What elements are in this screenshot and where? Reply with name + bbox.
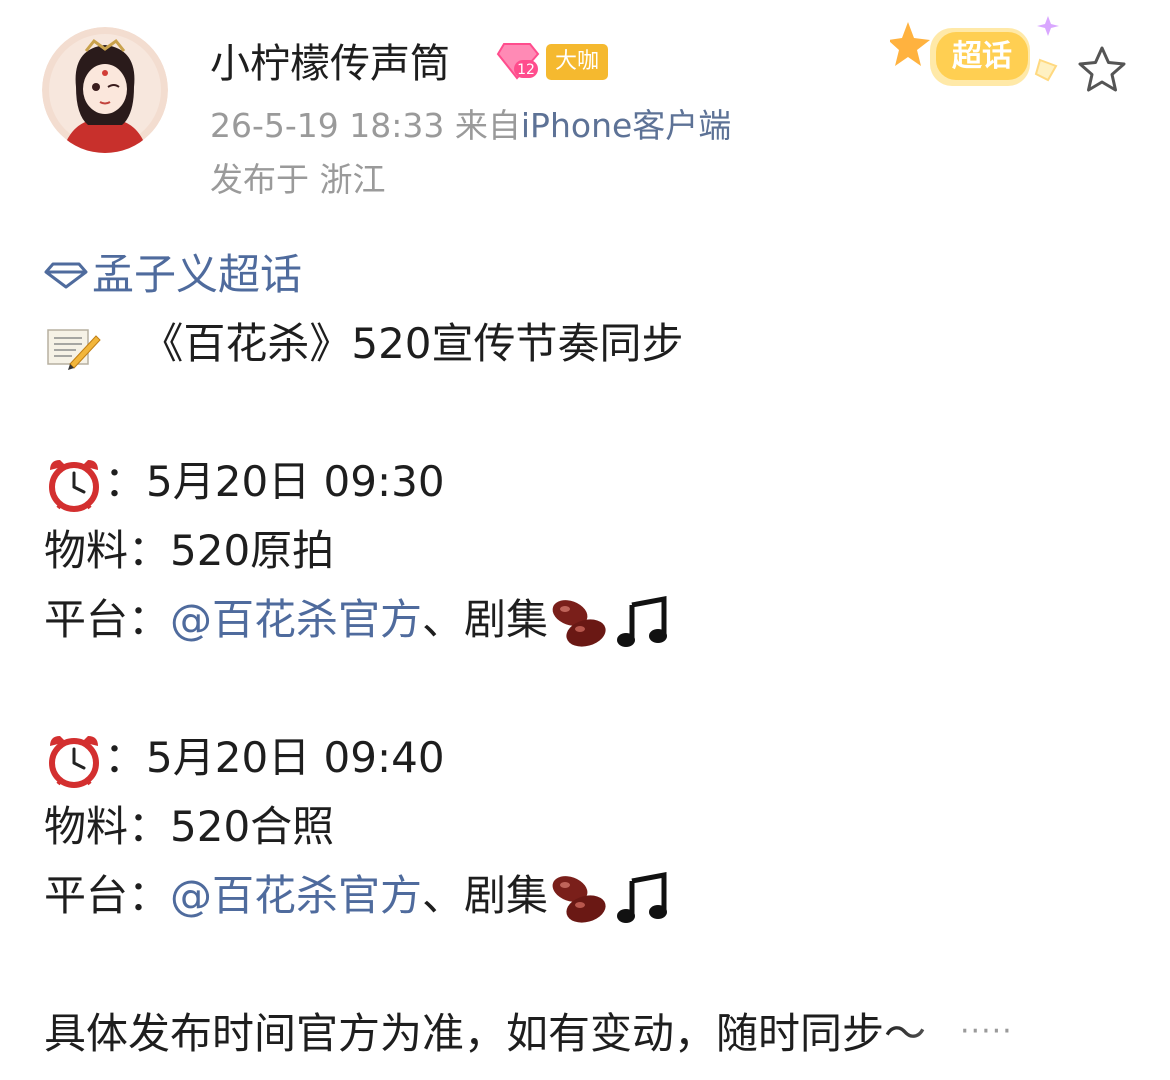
post-meta: 26-5-19 18:33 来自iPhone客户端 [210,104,731,148]
truncation-fade [880,1000,1170,1080]
level-number: 12 [517,62,535,78]
topic-link[interactable]: 孟子义超话 [44,240,302,309]
expand-more-icon[interactable]: ····· [960,1014,1013,1049]
topic-line: 孟子义超话 [44,240,1154,309]
material-line-2: 物料：520合照 [44,792,1154,861]
headline-text: 《百花杀》520宣传节奏同步 [141,319,684,368]
music-notes-icon [617,595,668,647]
chaohua-sticker[interactable]: 超话 [888,10,1070,100]
beans-icon [552,599,606,647]
star-icon[interactable] [1076,44,1128,96]
beans-icon [552,875,606,923]
mention-link-2[interactable]: @百花杀官方 [170,871,422,920]
schedule-time-1: ：5月20日 09:30 [44,447,1154,516]
source-client-link[interactable]: iPhone客户端 [521,106,731,145]
chaohua-sticker-text: 超话 [952,39,1012,74]
material-value-2: 520合照 [170,802,335,851]
mention-link-1[interactable]: @百花杀官方 [170,595,422,644]
platform-label-1: 平台： [44,595,171,644]
music-notes-icon [617,871,668,923]
level-badge[interactable]: 12 [496,40,540,82]
diamond-icon [44,262,88,288]
topic-label: 孟子义超话 [92,250,303,299]
schedule-time-text-2: ：5月20日 09:40 [104,733,445,782]
platform-rest-2: 、剧集 [422,871,549,920]
alarm-clock-icon [49,459,99,512]
platform-line-1: 平台：@百花杀官方、剧集 [44,585,1154,654]
post-datetime: 26-5-19 18:33 [210,106,445,145]
material-value-1: 520原拍 [170,526,335,575]
platform-label-2: 平台： [44,871,171,920]
platform-rest-1: 、剧集 [422,595,549,644]
material-label-1: 物料： [44,526,171,575]
vip-badge: 大咖 [546,44,608,80]
headline-line: 《百花杀》520宣传节奏同步 [44,309,1154,378]
platform-line-2: 平台：@百花杀官方、剧集 [44,861,1154,930]
source-prefix: 来自 [454,106,521,145]
username[interactable]: 小柠檬传声筒 [210,38,450,90]
memo-icon [47,328,101,370]
post-content: 孟子义超话 《百花杀》520宣传节奏同步 ：5月20日 09:30 物料：520… [44,240,1154,1068]
schedule-time-text-1: ：5月20日 09:30 [104,457,445,506]
avatar[interactable] [42,27,168,153]
alarm-clock-icon [49,735,99,788]
material-line-1: 物料：520原拍 [44,516,1154,585]
post-location: 发布于 浙江 [210,160,386,199]
schedule-time-2: ：5月20日 09:40 [44,723,1154,792]
material-label-2: 物料： [44,802,171,851]
